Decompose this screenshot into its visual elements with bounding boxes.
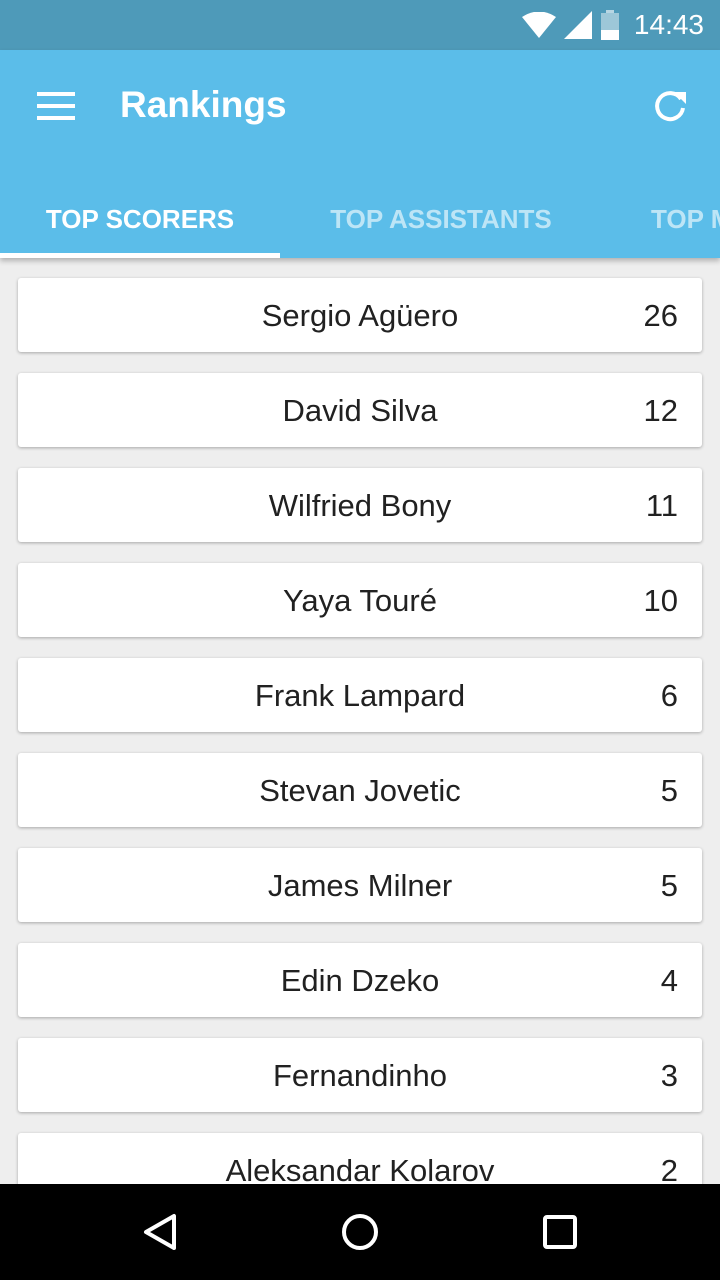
tab-label: TOP SCORERS (45, 203, 235, 234)
player-name: James Milner (267, 868, 453, 903)
player-goals: 5 (660, 868, 678, 903)
status-bar: 14:43 (0, 0, 720, 50)
player-name: Sergio Agüero (261, 298, 459, 333)
menu-button[interactable] (28, 78, 84, 134)
hamburger-menu-icon (37, 92, 75, 120)
signal-icon (563, 11, 592, 39)
tab-top-scorers[interactable]: TOP SCORERS (0, 180, 280, 258)
player-name: Aleksandar Kolarov (225, 1153, 495, 1184)
list-item[interactable]: Yaya Touré 10 (18, 563, 702, 637)
recents-icon (543, 1215, 577, 1249)
player-goals: 12 (643, 393, 678, 428)
list-item[interactable]: Fernandinho 3 (18, 1038, 702, 1112)
rankings-list[interactable]: Sergio Agüero 26 David Silva 12 Wilfried… (0, 258, 720, 1184)
list-item[interactable]: Frank Lampard 6 (18, 658, 702, 732)
player-name: David Silva (282, 393, 438, 428)
status-time: 14:43 (633, 9, 704, 40)
page-title: Rankings (120, 84, 287, 125)
list-item[interactable]: David Silva 12 (18, 373, 702, 447)
player-goals: 26 (643, 298, 678, 333)
list-item[interactable]: Stevan Jovetic 5 (18, 753, 702, 827)
tab-label: TOP M (651, 203, 720, 234)
player-goals: 11 (645, 488, 678, 523)
tab-top-m[interactable]: TOP M (651, 180, 720, 258)
player-name: Wilfried Bony (268, 488, 452, 523)
player-name: Yaya Touré (283, 583, 437, 618)
tab-bar: TOP SCORERS TOP ASSISTANTS TOP M (0, 180, 720, 258)
home-button[interactable] (328, 1200, 392, 1264)
player-name: Frank Lampard (254, 678, 466, 713)
list-item[interactable]: James Milner 5 (18, 848, 702, 922)
list-item[interactable]: Wilfried Bony 11 (18, 468, 702, 542)
wifi-icon (521, 12, 556, 38)
player-name: Stevan Jovetic (259, 773, 461, 808)
refresh-icon (655, 91, 686, 122)
player-goals: 4 (660, 963, 678, 998)
tab-label: TOP ASSISTANTS (330, 203, 552, 234)
player-goals: 3 (660, 1058, 678, 1093)
app-bar: Rankings TOP SCORERS TOP ASSISTANTS TOP … (0, 50, 720, 258)
home-icon (342, 1214, 378, 1250)
player-goals: 2 (660, 1153, 678, 1184)
list-item[interactable]: Aleksandar Kolarov 2 (18, 1133, 702, 1184)
battery-icon (600, 10, 619, 40)
player-goals: 10 (643, 583, 678, 618)
player-name: Fernandinho (272, 1058, 448, 1093)
refresh-button[interactable] (642, 78, 698, 134)
back-button[interactable] (128, 1200, 192, 1264)
tab-top-assistants[interactable]: TOP ASSISTANTS (300, 180, 582, 258)
list-item[interactable]: Edin Dzeko 4 (18, 943, 702, 1017)
recents-button[interactable] (528, 1200, 592, 1264)
list-item[interactable]: Sergio Agüero 26 (18, 278, 702, 352)
back-icon (144, 1214, 176, 1250)
navigation-bar (0, 1184, 720, 1280)
player-goals: 5 (660, 773, 678, 808)
player-name: Edin Dzeko (280, 963, 440, 998)
player-goals: 6 (660, 678, 678, 713)
